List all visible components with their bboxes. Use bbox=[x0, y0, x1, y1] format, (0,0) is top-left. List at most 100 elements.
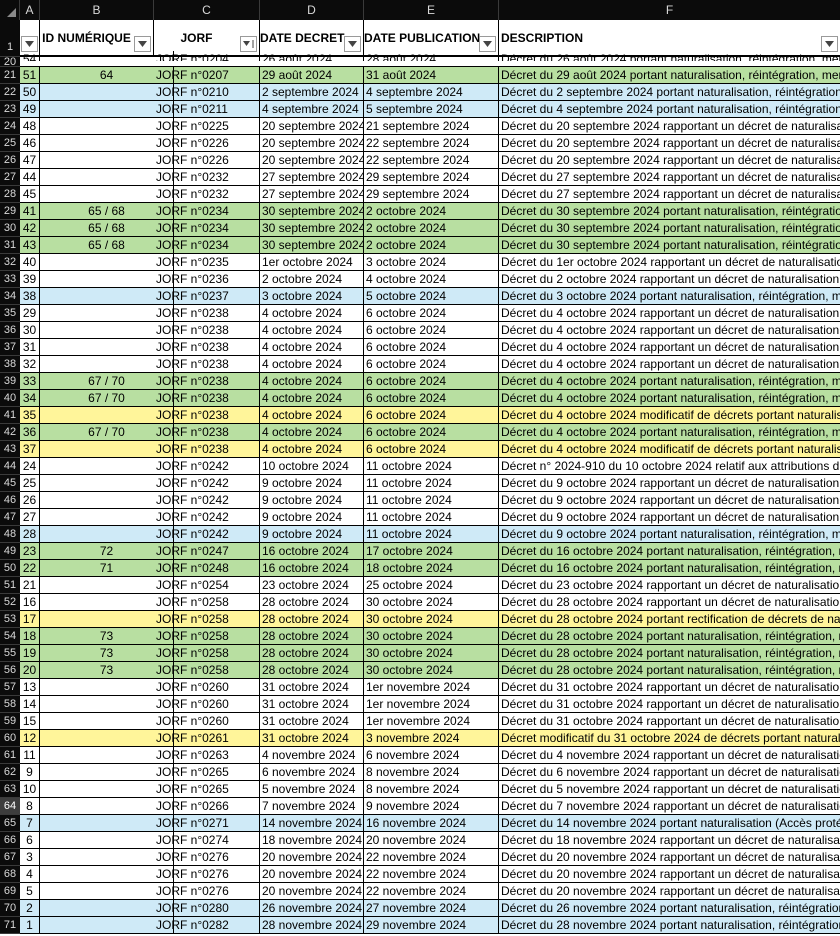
row-header-70[interactable]: 70 bbox=[0, 900, 20, 917]
row-header-40[interactable]: 40 bbox=[0, 390, 20, 407]
cell-d[interactable]: 27 septembre 2024 bbox=[260, 186, 364, 202]
column-header-c[interactable]: C bbox=[154, 0, 260, 20]
cell-d[interactable]: 9 octobre 2024 bbox=[260, 492, 364, 508]
row-header-62[interactable]: 62 bbox=[0, 764, 20, 781]
cell-e[interactable]: 9 novembre 2024 bbox=[364, 798, 499, 814]
cell-c[interactable]: JORF n°0238 bbox=[154, 373, 260, 389]
cell-a[interactable]: 22 bbox=[20, 560, 40, 576]
row-header-59[interactable]: 59 bbox=[0, 713, 20, 730]
cell-c[interactable]: JORF n°0266 bbox=[154, 798, 260, 814]
cell-e[interactable]: 11 octobre 2024 bbox=[364, 526, 499, 542]
cell-e[interactable]: 25 octobre 2024 bbox=[364, 577, 499, 593]
cell-a[interactable]: 38 bbox=[20, 288, 40, 304]
cell-c[interactable]: JORF n°0226 bbox=[154, 152, 260, 168]
cell-d[interactable]: 4 octobre 2024 bbox=[260, 441, 364, 457]
cell-e[interactable]: 27 novembre 2024 bbox=[364, 900, 499, 916]
cell-a[interactable]: 9 bbox=[20, 764, 40, 780]
cell-f[interactable]: Décret du 20 septembre 2024 rapportant u… bbox=[499, 118, 840, 134]
filter-dropdown-icon[interactable] bbox=[821, 36, 838, 52]
row-header-69[interactable]: 69 bbox=[0, 883, 20, 900]
cell-f[interactable]: Décret du 27 septembre 2024 rapportant u… bbox=[499, 169, 840, 185]
cell-e[interactable]: 30 octobre 2024 bbox=[364, 628, 499, 644]
cell-d[interactable]: 31 octobre 2024 bbox=[260, 679, 364, 695]
cell-d[interactable]: 31 octobre 2024 bbox=[260, 713, 364, 729]
row-header-25[interactable]: 25 bbox=[0, 135, 20, 152]
cell-e[interactable]: 11 octobre 2024 bbox=[364, 458, 499, 474]
cell-d[interactable]: 28 octobre 2024 bbox=[260, 594, 364, 610]
cell-e[interactable]: 30 octobre 2024 bbox=[364, 611, 499, 627]
row-header-20[interactable]: 20 bbox=[0, 56, 20, 68]
row-header-1[interactable]: 1 bbox=[0, 20, 20, 57]
cell-e[interactable]: 5 octobre 2024 bbox=[364, 288, 499, 304]
row-header-68[interactable]: 68 bbox=[0, 866, 20, 883]
cell-d[interactable]: 26 août 2024 bbox=[260, 51, 364, 61]
cell-f[interactable]: Décret du 4 octobre 2024 rapportant un d… bbox=[499, 322, 840, 338]
cell-e[interactable]: 6 octobre 2024 bbox=[364, 441, 499, 457]
row-header-43[interactable]: 43 bbox=[0, 441, 20, 458]
cell-a[interactable]: 27 bbox=[20, 509, 40, 525]
cell-a[interactable]: 48 bbox=[20, 118, 40, 134]
cell-d[interactable]: 18 novembre 2024 bbox=[260, 832, 364, 848]
cell-a[interactable]: 24 bbox=[20, 458, 40, 474]
cell-c[interactable]: JORF n°0204 bbox=[154, 51, 260, 61]
cell-e[interactable]: 6 octobre 2024 bbox=[364, 373, 499, 389]
cell-c[interactable]: JORF n°0265 bbox=[154, 764, 260, 780]
cell-a[interactable]: 7 bbox=[20, 815, 40, 831]
cell-f[interactable]: Décret du 20 novembre 2024 rapportant un… bbox=[499, 866, 840, 882]
cell-d[interactable]: 28 octobre 2024 bbox=[260, 645, 364, 661]
cell-f[interactable]: Décret du 23 octobre 2024 rapportant un … bbox=[499, 577, 840, 593]
cell-c[interactable]: JORF n°0238 bbox=[154, 441, 260, 457]
cell-f[interactable]: Décret du 4 octobre 2024 rapportant un d… bbox=[499, 339, 840, 355]
cell-e[interactable]: 6 octobre 2024 bbox=[364, 424, 499, 440]
cell-a[interactable]: 16 bbox=[20, 594, 40, 610]
cell-d[interactable]: 4 octobre 2024 bbox=[260, 322, 364, 338]
cell-a[interactable]: 13 bbox=[20, 679, 40, 695]
cell-c[interactable]: JORF n°0238 bbox=[154, 305, 260, 321]
row-header-32[interactable]: 32 bbox=[0, 254, 20, 271]
cell-d[interactable]: 23 octobre 2024 bbox=[260, 577, 364, 593]
cell-a[interactable]: 2 bbox=[20, 900, 40, 916]
cell-f[interactable]: Décret du 30 septembre 2024 portant natu… bbox=[499, 203, 840, 219]
cell-d[interactable]: 4 octobre 2024 bbox=[260, 407, 364, 423]
cell-c[interactable]: JORF n°0263 bbox=[154, 747, 260, 763]
cell-d[interactable]: 26 novembre 2024 bbox=[260, 900, 364, 916]
row-header-45[interactable]: 45 bbox=[0, 475, 20, 492]
cell-f[interactable]: Décret du 4 octobre 2024 rapportant un d… bbox=[499, 305, 840, 321]
cell-c[interactable]: JORF n°0260 bbox=[154, 679, 260, 695]
cell-d[interactable]: 6 novembre 2024 bbox=[260, 764, 364, 780]
cell-e[interactable]: 11 octobre 2024 bbox=[364, 475, 499, 491]
cell-c[interactable]: JORF n°0271 bbox=[154, 815, 260, 831]
cell-a[interactable]: 35 bbox=[20, 407, 40, 423]
cell-c[interactable]: JORF n°0234 bbox=[154, 237, 260, 253]
cell-c[interactable]: JORF n°0274 bbox=[154, 832, 260, 848]
cell-e[interactable]: 28 août 2024 bbox=[364, 51, 499, 61]
cell-d[interactable]: 20 septembre 2024 bbox=[260, 118, 364, 134]
cell-d[interactable]: 20 septembre 2024 bbox=[260, 152, 364, 168]
cell-a[interactable]: 31 bbox=[20, 339, 40, 355]
cell-e[interactable]: 5 septembre 2024 bbox=[364, 101, 499, 117]
column-header-f[interactable]: F bbox=[499, 0, 840, 20]
cell-e[interactable]: 6 octobre 2024 bbox=[364, 322, 499, 338]
cell-c[interactable]: JORF n°0207 bbox=[154, 67, 260, 83]
cell-f[interactable]: Décret du 9 octobre 2024 rapportant un d… bbox=[499, 492, 840, 508]
cell-f[interactable]: Décret du 28 octobre 2024 portant natura… bbox=[499, 662, 840, 678]
cell-f[interactable]: Décret du 28 octobre 2024 rapportant un … bbox=[499, 594, 840, 610]
cell-f[interactable]: Décret du 28 novembre 2024 portant natur… bbox=[499, 917, 840, 933]
cell-c[interactable]: JORF n°0210 bbox=[154, 84, 260, 100]
cell-d[interactable]: 28 octobre 2024 bbox=[260, 611, 364, 627]
cell-a[interactable]: 23 bbox=[20, 543, 40, 559]
cell-a[interactable]: 1 bbox=[20, 917, 40, 933]
cell-e[interactable]: 20 novembre 2024 bbox=[364, 832, 499, 848]
cell-e[interactable]: 29 novembre 2024 bbox=[364, 917, 499, 933]
row-header-37[interactable]: 37 bbox=[0, 339, 20, 356]
cell-a[interactable]: 14 bbox=[20, 696, 40, 712]
row-header-54[interactable]: 54 bbox=[0, 628, 20, 645]
cell-a[interactable]: 11 bbox=[20, 747, 40, 763]
cell-a[interactable]: 49 bbox=[20, 101, 40, 117]
cell-c[interactable]: JORF n°0276 bbox=[154, 883, 260, 899]
cell-c[interactable]: JORF n°0237 bbox=[154, 288, 260, 304]
cell-d[interactable]: 4 septembre 2024 bbox=[260, 101, 364, 117]
cell-f[interactable]: Décret du 2 septembre 2024 portant natur… bbox=[499, 84, 840, 100]
row-header-38[interactable]: 38 bbox=[0, 356, 20, 373]
cell-c[interactable]: JORF n°0242 bbox=[154, 475, 260, 491]
